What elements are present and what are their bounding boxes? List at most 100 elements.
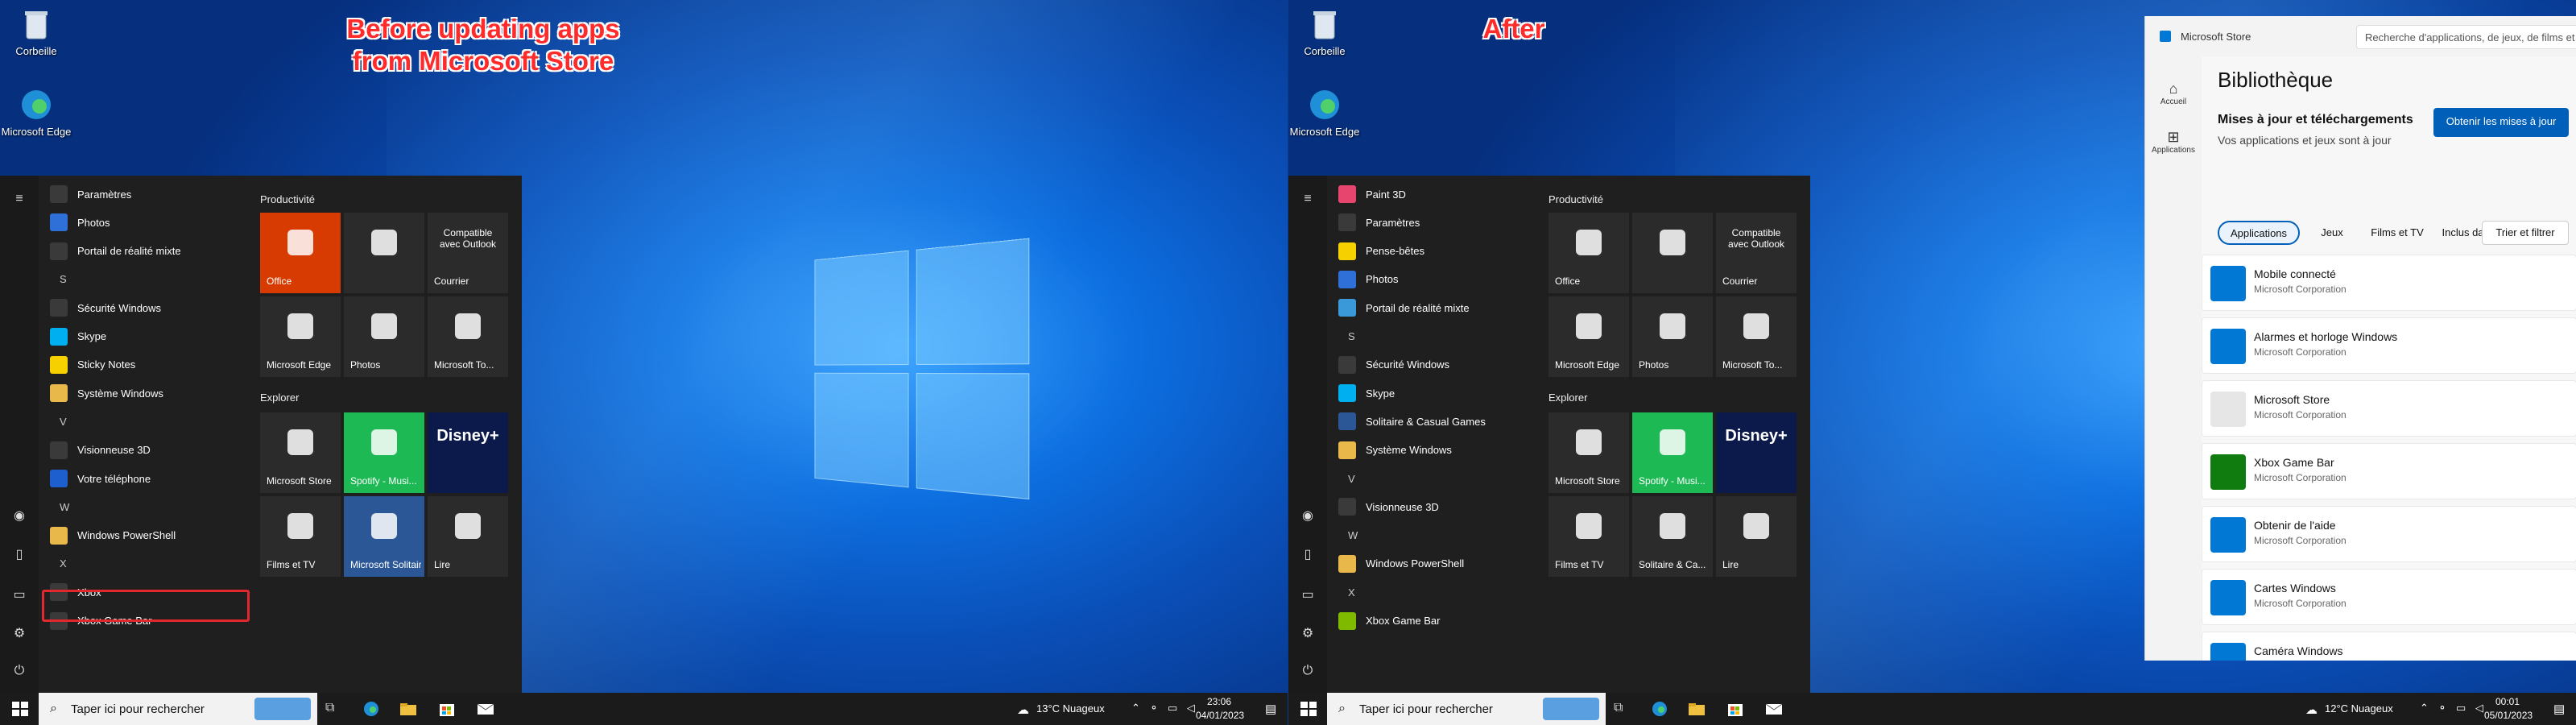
tray-icons[interactable]: ⌃ ⚬ ▭ ◁	[1131, 702, 1198, 715]
edge-taskbar-icon[interactable]	[362, 701, 380, 717]
weather-text[interactable]: 13°C Nuageux	[1036, 702, 1105, 715]
taskbar-search[interactable]: ⌕ Taper ici pour rechercher	[1327, 693, 1606, 725]
settings-icon[interactable]: ⚙	[11, 625, 27, 641]
desktop-icon-edge[interactable]: Microsoft Edge	[1288, 87, 1361, 138]
start-list-item[interactable]: Xbox Game Bar	[1338, 607, 1532, 635]
start-tile[interactable]: Compatible avec Outlook Courrier	[1716, 213, 1797, 293]
user-icon[interactable]: ◉	[1300, 508, 1316, 524]
start-list-item[interactable]: Paramètres	[1338, 209, 1532, 236]
mail-taskbar-icon[interactable]	[1765, 701, 1783, 717]
file-explorer-icon[interactable]	[399, 701, 417, 717]
tray-icons[interactable]: ⌃ ⚬ ▭ ◁	[2420, 702, 2487, 715]
start-list-item[interactable]: Votre téléphone	[50, 465, 243, 492]
section-letter[interactable]: V	[50, 408, 243, 435]
start-tile[interactable]: Spotify - Musi...	[1632, 412, 1713, 493]
section-letter[interactable]: W	[50, 493, 243, 520]
start-list-item[interactable]: Skype	[1338, 379, 1532, 407]
filter-tab[interactable]: Films et TV	[2364, 221, 2430, 245]
nav-apps[interactable]: ⊞ Applications	[2145, 129, 2202, 155]
pictures-icon[interactable]: ▭	[11, 586, 27, 603]
start-list-item[interactable]: Portail de réalité mixte	[1338, 294, 1532, 321]
nav-home[interactable]: ⌂ Accueil	[2145, 81, 2202, 106]
library-app-row[interactable]: Caméra WindowsMicrosoft Corporation	[2202, 632, 2576, 661]
start-list-item[interactable]: Système Windows	[50, 379, 243, 407]
task-view-icon[interactable]: ⧉	[1614, 701, 1631, 717]
start-list-item[interactable]: Visionneuse 3D	[1338, 493, 1532, 520]
start-tile[interactable]: Disney+	[1716, 412, 1797, 493]
notification-icon[interactable]: ▤	[2553, 702, 2565, 716]
start-list-item[interactable]: Skype	[50, 323, 243, 350]
start-tile[interactable]: Films et TV	[1548, 496, 1629, 577]
start-tile[interactable]: Disney+	[428, 412, 508, 493]
start-tile[interactable]: Microsoft Solitaire Collection	[344, 496, 424, 577]
power-icon[interactable]: ⏻	[1300, 664, 1316, 680]
library-app-row[interactable]: Microsoft Store Microsoft Corporation	[2202, 380, 2576, 437]
start-tile[interactable]: Microsoft Store	[1548, 412, 1629, 493]
start-tile[interactable]: Microsoft To...	[1716, 296, 1797, 377]
start-tile[interactable]: Films et TV	[260, 496, 341, 577]
edge-taskbar-icon[interactable]	[1651, 701, 1668, 717]
store-taskbar-icon[interactable]	[438, 701, 456, 717]
filter-tab[interactable]: Applications	[2218, 221, 2300, 245]
user-icon[interactable]: ◉	[11, 508, 27, 524]
desktop-icon-recycle-bin[interactable]: Corbeille	[1288, 6, 1361, 57]
start-list-item[interactable]: Paint 3D	[1338, 180, 1532, 208]
hamburger-icon[interactable]: ≡	[1300, 192, 1316, 208]
documents-icon[interactable]: ▯	[1300, 546, 1316, 562]
clock-time[interactable]: 23:06	[1207, 696, 1231, 707]
start-list-item[interactable]: Photos	[50, 209, 243, 236]
start-tile[interactable]	[1632, 213, 1713, 293]
start-list-item[interactable]: Windows PowerShell	[1338, 550, 1532, 578]
windows-start-icon[interactable]	[11, 701, 29, 717]
start-tile[interactable]: Photos	[344, 296, 424, 377]
library-app-row[interactable]: Cartes Windows Microsoft Corporation	[2202, 569, 2576, 625]
filter-tab[interactable]: Jeux	[2309, 221, 2355, 245]
start-list-item[interactable]: Pense-bêtes	[1338, 238, 1532, 265]
clock-date[interactable]: 04/01/2023	[1196, 710, 1244, 721]
section-letter[interactable]: S	[1338, 323, 1532, 350]
desktop-icon-recycle-bin[interactable]: Corbeille	[0, 6, 72, 57]
start-list-item[interactable]: Solitaire & Casual Games	[1338, 408, 1532, 435]
sort-filter-button[interactable]: Trier et filtrer	[2482, 221, 2569, 245]
start-list-item[interactable]: Windows PowerShell	[50, 522, 243, 549]
store-search-input[interactable]: Recherche d'applications, de jeux, de fi…	[2356, 25, 2576, 49]
library-app-row[interactable]: Obtenir de l'aide Microsoft Corporation	[2202, 506, 2576, 562]
weather-text[interactable]: 12°C Nuageux	[2325, 702, 2393, 715]
get-updates-button[interactable]: Obtenir les mises à jour	[2433, 108, 2569, 137]
start-tile[interactable]: Microsoft Edge	[260, 296, 341, 377]
start-tile[interactable]: Microsoft To...	[428, 296, 508, 377]
start-tile[interactable]: Compatible avec Outlook Courrier	[428, 213, 508, 293]
pictures-icon[interactable]: ▭	[1300, 586, 1316, 603]
section-letter[interactable]: S	[50, 266, 243, 293]
store-taskbar-icon[interactable]	[1726, 701, 1744, 717]
section-letter[interactable]: V	[1338, 465, 1532, 492]
start-list-item[interactable]: Portail de réalité mixte	[50, 238, 243, 265]
desktop-icon-edge[interactable]: Microsoft Edge	[0, 87, 72, 138]
start-tile[interactable]: Office	[1548, 213, 1629, 293]
start-list-item[interactable]: Sticky Notes	[50, 351, 243, 379]
file-explorer-icon[interactable]	[1688, 701, 1706, 717]
start-tile[interactable]: Lire	[428, 496, 508, 577]
mail-taskbar-icon[interactable]	[477, 701, 494, 717]
start-list-item[interactable]: Sécurité Windows	[50, 294, 243, 321]
start-list-item[interactable]: Sécurité Windows	[1338, 351, 1532, 379]
section-letter[interactable]: W	[1338, 522, 1532, 549]
start-tile[interactable]: Spotify - Musi...	[344, 412, 424, 493]
hamburger-icon[interactable]: ≡	[11, 192, 27, 208]
settings-icon[interactable]: ⚙	[1300, 625, 1316, 641]
power-icon[interactable]: ⏻	[11, 664, 27, 680]
documents-icon[interactable]: ▯	[11, 546, 27, 562]
clock-time[interactable]: 00:01	[2495, 696, 2520, 707]
start-tile[interactable]: Solitaire & Ca...	[1632, 496, 1713, 577]
library-app-row[interactable]: Alarmes et horloge Windows Microsoft Corp…	[2202, 317, 2576, 374]
section-letter[interactable]: X	[50, 550, 243, 578]
start-list-item[interactable]: Photos	[1338, 266, 1532, 293]
task-view-icon[interactable]: ⧉	[325, 701, 343, 717]
start-tile[interactable]: Lire	[1716, 496, 1797, 577]
windows-start-icon[interactable]	[1300, 701, 1317, 717]
notification-icon[interactable]: ▤	[1265, 702, 1276, 716]
library-app-row[interactable]: Mobile connecté Microsoft Corporation	[2202, 255, 2576, 311]
clock-date[interactable]: 05/01/2023	[2484, 710, 2533, 721]
library-app-row[interactable]: Xbox Game Bar Microsoft Corporation	[2202, 443, 2576, 499]
start-list-item[interactable]: Système Windows	[1338, 437, 1532, 464]
